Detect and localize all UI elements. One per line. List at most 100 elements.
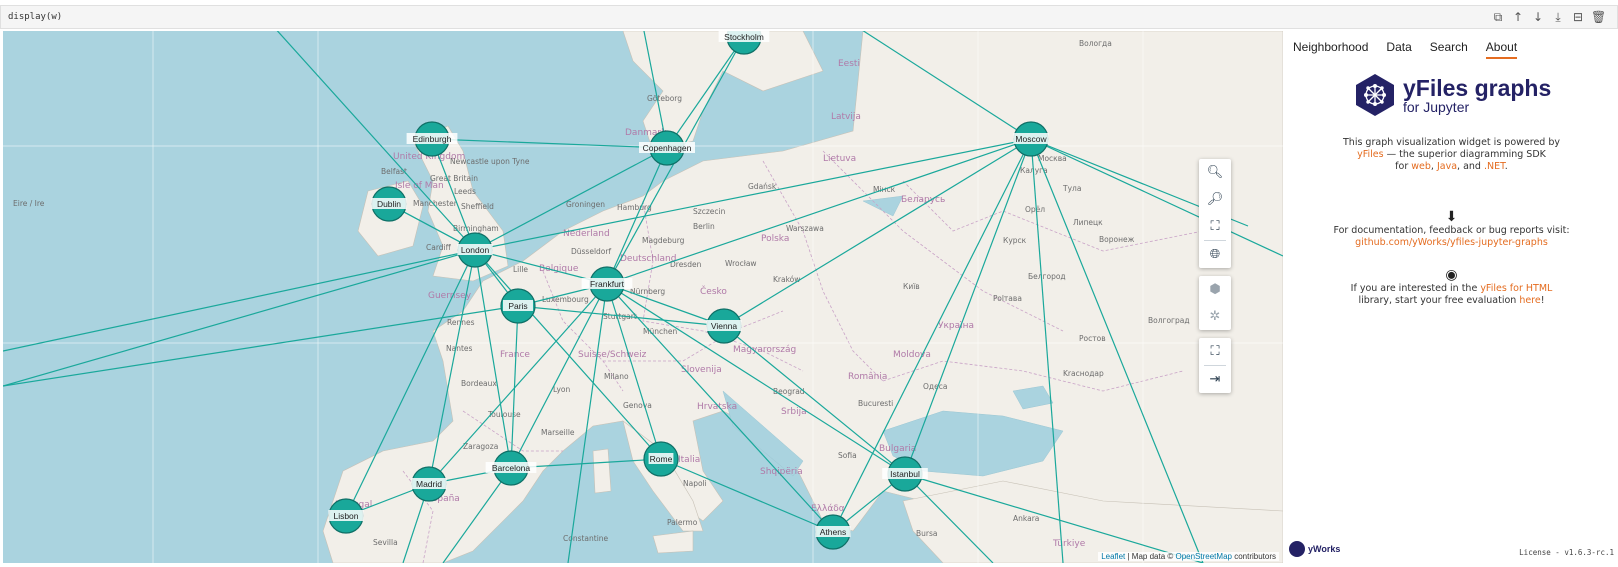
label-leeds: Leeds	[454, 187, 476, 196]
label-krasnodar: Kraснодар	[1063, 369, 1104, 378]
label-groningen: Groningen	[566, 200, 605, 209]
label-eire: Eire / Ire	[13, 199, 45, 208]
yfiles-logo: yFiles graphs for Jupyter	[1353, 73, 1551, 117]
format-icon[interactable]: ⊟	[1571, 9, 1585, 25]
graph-edge[interactable]	[3, 249, 476, 387]
label-romania: România	[848, 372, 887, 382]
period: .	[1504, 161, 1508, 172]
label-genova: Genova	[623, 401, 652, 410]
node-label: Frankfurt	[590, 279, 625, 289]
node-label: Edinburgh	[413, 134, 452, 144]
label-hamburg: Hamburg	[617, 203, 652, 212]
hierarchy-icon[interactable]: ✲	[1199, 303, 1231, 330]
label-newcastle: Newcastle upon Tyne	[450, 157, 530, 166]
tab-neighborhood[interactable]: Neighborhood	[1293, 40, 1368, 59]
license-text: License - v1.6.3-rc.1	[1519, 548, 1614, 557]
label-toulouse: Toulouse	[487, 410, 521, 419]
move-down-icon[interactable]: ↓	[1531, 9, 1545, 25]
label-gdansk: Gdańsk	[748, 182, 777, 191]
label-lyon: Lyon	[553, 385, 571, 394]
github-link[interactable]: github.com/yWorks/yfiles-jupyter-graphs	[1355, 237, 1548, 248]
label-great-britain: Great Britain	[430, 174, 478, 183]
tab-data[interactable]: Data	[1386, 40, 1411, 59]
node-label: Madrid	[416, 479, 442, 489]
insert-below-icon[interactable]: ⤓	[1551, 9, 1565, 25]
graph-node-rome[interactable]: Rome	[643, 441, 679, 477]
graph-node-moscow[interactable]: Moscow	[1013, 121, 1049, 157]
doc-line: For documentation, feedback or bug repor…	[1333, 225, 1570, 236]
label-luxembourg: Luxembourg	[542, 295, 589, 304]
zoom-out-icon[interactable]: 🔎︎	[1199, 186, 1231, 213]
graph-node-london[interactable]: London	[457, 232, 493, 268]
yworks-footer-logo[interactable]: yWorks	[1289, 541, 1340, 557]
fullscreen-icon[interactable]: ⛶	[1199, 338, 1231, 365]
graph-edge[interactable]	[431, 138, 668, 149]
label-szczecin: Szczecin	[693, 207, 726, 216]
graph-controls: 🔍︎ 🔎︎ ⛶ 🌐︎ ⬢ ✲ ⛶ ⇥	[1199, 159, 1231, 401]
zoom-in-icon[interactable]: 🔍︎	[1199, 159, 1231, 186]
node-label: Vienna	[711, 321, 738, 331]
attrib-mid: | Map data ©	[1125, 552, 1176, 561]
web-link[interactable]: web	[1411, 161, 1431, 172]
logo-title: yFiles graphs	[1403, 75, 1552, 101]
panel-tabs: Neighborhood Data Search About	[1285, 31, 1618, 59]
logo-subtitle: for Jupyter	[1403, 99, 1470, 115]
label-bordeaux: Bordeaux	[461, 379, 497, 388]
label-napoli: Napoli	[683, 479, 707, 488]
label-voronezh: Воронеж	[1099, 235, 1135, 244]
label-belgorod: Белгород	[1028, 272, 1066, 281]
powered-line-1: This graph visualization widget is power…	[1343, 137, 1560, 148]
label-ellada: Ελλάδα	[811, 504, 845, 514]
label-zaragoza: Zaragoza	[463, 442, 498, 451]
graph-node-paris[interactable]: Paris	[500, 288, 536, 324]
github-icon: ◉	[1445, 267, 1458, 283]
yfiles-link[interactable]: yFiles	[1357, 149, 1383, 160]
move-up-icon[interactable]: ↑	[1511, 9, 1525, 25]
cell-input-area[interactable]: display(w) ⧉ ↑ ↓ ⤓ ⊟ 🗑	[0, 5, 1618, 29]
powered-line-2: — the superior diagramming SDK	[1383, 149, 1546, 160]
label-belarus: Беларусь	[901, 195, 945, 205]
leaflet-link[interactable]: Leaflet	[1101, 552, 1125, 561]
net-link[interactable]: .NET	[1484, 161, 1505, 172]
sidebar-toggle-icon[interactable]: ⇥	[1199, 366, 1231, 393]
label-volgograd: Волгоград	[1148, 316, 1190, 325]
node-label: Istanbul	[890, 469, 920, 479]
yfiles-hex-icon	[1356, 74, 1394, 116]
map-attribution: Leaflet | Map data © OpenStreetMap contr…	[1098, 552, 1279, 561]
layout-icon[interactable]: ⬢	[1199, 276, 1231, 303]
globe-icon[interactable]: 🌐︎	[1199, 241, 1231, 268]
java-link[interactable]: Java	[1437, 161, 1457, 172]
label-kyiv: Київ	[903, 282, 920, 291]
powered-for: for	[1395, 161, 1412, 172]
map-canvas[interactable]: Eire / Ire United Kingdom Belfast Isle o…	[3, 31, 1283, 563]
graph-edge[interactable]	[3, 249, 476, 352]
yfiles-html-link[interactable]: yFiles for HTML	[1480, 283, 1552, 294]
here-link[interactable]: here	[1519, 295, 1540, 306]
node-label: Stockholm	[724, 32, 764, 42]
label-birmingham: Birmingham	[453, 224, 499, 233]
graph-node-madrid[interactable]: Madrid	[411, 466, 447, 502]
graph-node-vienna[interactable]: Vienna	[706, 308, 742, 344]
delete-icon[interactable]: 🗑	[1591, 9, 1606, 25]
tab-search[interactable]: Search	[1430, 40, 1468, 59]
osm-link[interactable]: OpenStreetMap	[1175, 552, 1231, 561]
graph-node-athens[interactable]: Athens	[815, 514, 851, 550]
graph-node-lisbon[interactable]: Lisbon	[328, 498, 364, 534]
label-sheffield: Sheffield	[461, 202, 494, 211]
cell-toolbar: ⧉ ↑ ↓ ⤓ ⊟ 🗑	[1491, 9, 1607, 25]
label-moskva: Москва	[1038, 154, 1067, 163]
powered-by-text: This graph visualization widget is power…	[1285, 137, 1618, 173]
label-cesko: Česko	[700, 285, 727, 297]
copy-icon[interactable]: ⧉	[1491, 9, 1505, 25]
yworks-icon	[1289, 541, 1305, 557]
graph-node-dublin[interactable]: Dublin	[371, 186, 407, 222]
label-sofia: Sofia	[838, 451, 857, 460]
map-svg[interactable]: Eire / Ire United Kingdom Belfast Isle o…	[3, 31, 1283, 563]
interest-pre: If you are interested in the	[1350, 283, 1481, 294]
label-poltava: Polтава	[993, 294, 1022, 303]
cell-code[interactable]: display(w)	[8, 12, 62, 22]
tab-about[interactable]: About	[1485, 40, 1518, 59]
interest-line-2: library, start your free evaluation	[1358, 295, 1520, 306]
label-suisse: Suisse/Schweiz	[578, 350, 647, 360]
fit-content-icon[interactable]: ⛶	[1199, 213, 1231, 240]
